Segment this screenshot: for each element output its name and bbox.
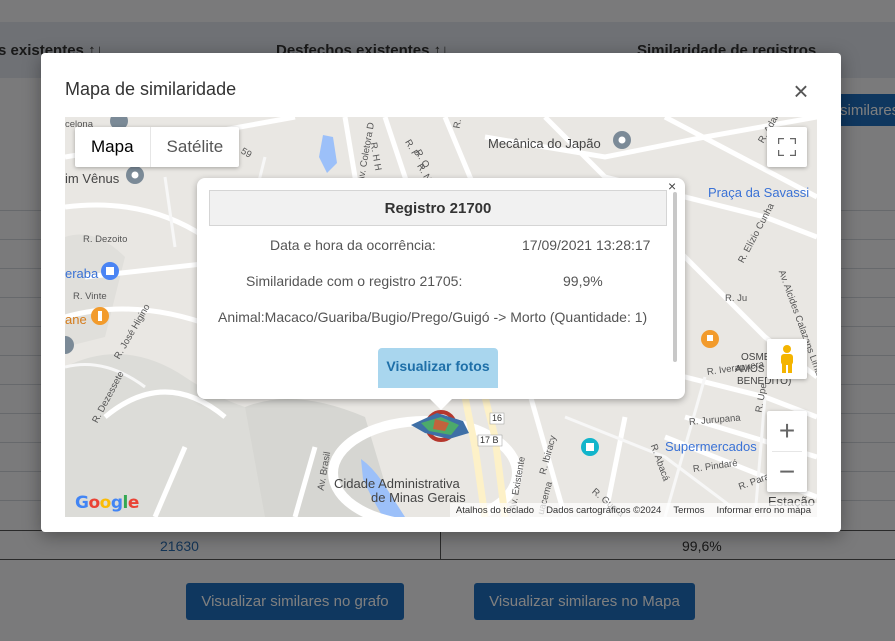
view-photos-button[interactable]: Visualizar fotos: [378, 348, 498, 388]
street-label: R. Ju: [725, 293, 748, 304]
route-shield: 17 B: [480, 435, 499, 445]
zoom-out-button[interactable]: −: [767, 452, 807, 492]
route-shield: 16: [492, 413, 503, 423]
map-data-text: Dados cartográficos ©2024: [546, 504, 662, 516]
occurrence-date-label: Data e hora da ocorrência:: [270, 237, 436, 253]
fullscreen-icon: [778, 138, 796, 156]
street-label: R. Vinte: [73, 291, 107, 302]
similarity-map-modal: Mapa de similaridade × Mecânica do Japão…: [41, 53, 841, 532]
close-icon[interactable]: ×: [789, 78, 813, 104]
street-label: R. Dezoito: [83, 234, 128, 245]
occurrence-date-value: 17/09/2021 13:28:17: [522, 237, 651, 253]
map-canvas[interactable]: Mecânica do Japão Praça da Savassi im Vê…: [65, 117, 817, 517]
info-window: × Registro 21700 Data e hora da ocorrênc…: [197, 178, 685, 399]
map-attribution: Atalhos do teclado Dados cartográficos ©…: [449, 503, 817, 517]
terms-link[interactable]: Termos: [667, 505, 710, 516]
similarity-value: 99,9%: [563, 273, 603, 289]
place-label[interactable]: im Vênus: [65, 171, 119, 186]
info-window-pointer: [429, 398, 453, 410]
google-logo[interactable]: Google: [75, 493, 139, 513]
keyboard-shortcuts-link[interactable]: Atalhos do teclado: [450, 505, 540, 516]
place-label[interactable]: Praça da Savassi: [708, 185, 809, 200]
place-label[interactable]: Supermercados: [665, 439, 757, 454]
place-label[interactable]: Mecânica do Japão: [488, 136, 601, 151]
report-error-link[interactable]: Informar erro no mapa: [710, 505, 817, 516]
map-type-satellite-button[interactable]: Satélite: [151, 127, 240, 167]
pegman-button[interactable]: [767, 339, 807, 379]
info-window-title: Registro 21700: [209, 190, 667, 226]
fullscreen-button[interactable]: [767, 127, 807, 167]
info-window-scrollbar[interactable]: [673, 192, 677, 362]
place-label[interactable]: eraba: [65, 266, 98, 281]
animal-info: Animal:Macaco/Guariba/Bugio/Prego/Guigó …: [218, 309, 648, 325]
modal-title: Mapa de similaridade: [65, 79, 237, 99]
place-label[interactable]: ane: [65, 312, 87, 327]
map-type-map-button[interactable]: Mapa: [75, 127, 151, 167]
map-type-control: Mapa Satélite: [75, 127, 240, 167]
zoom-control: + −: [767, 411, 807, 492]
place-label[interactable]: Cidade Administrativa: [334, 476, 460, 491]
zoom-in-button[interactable]: +: [767, 411, 807, 451]
similarity-label: Similaridade com o registro 21705:: [246, 273, 463, 289]
pegman-icon: [781, 345, 793, 373]
